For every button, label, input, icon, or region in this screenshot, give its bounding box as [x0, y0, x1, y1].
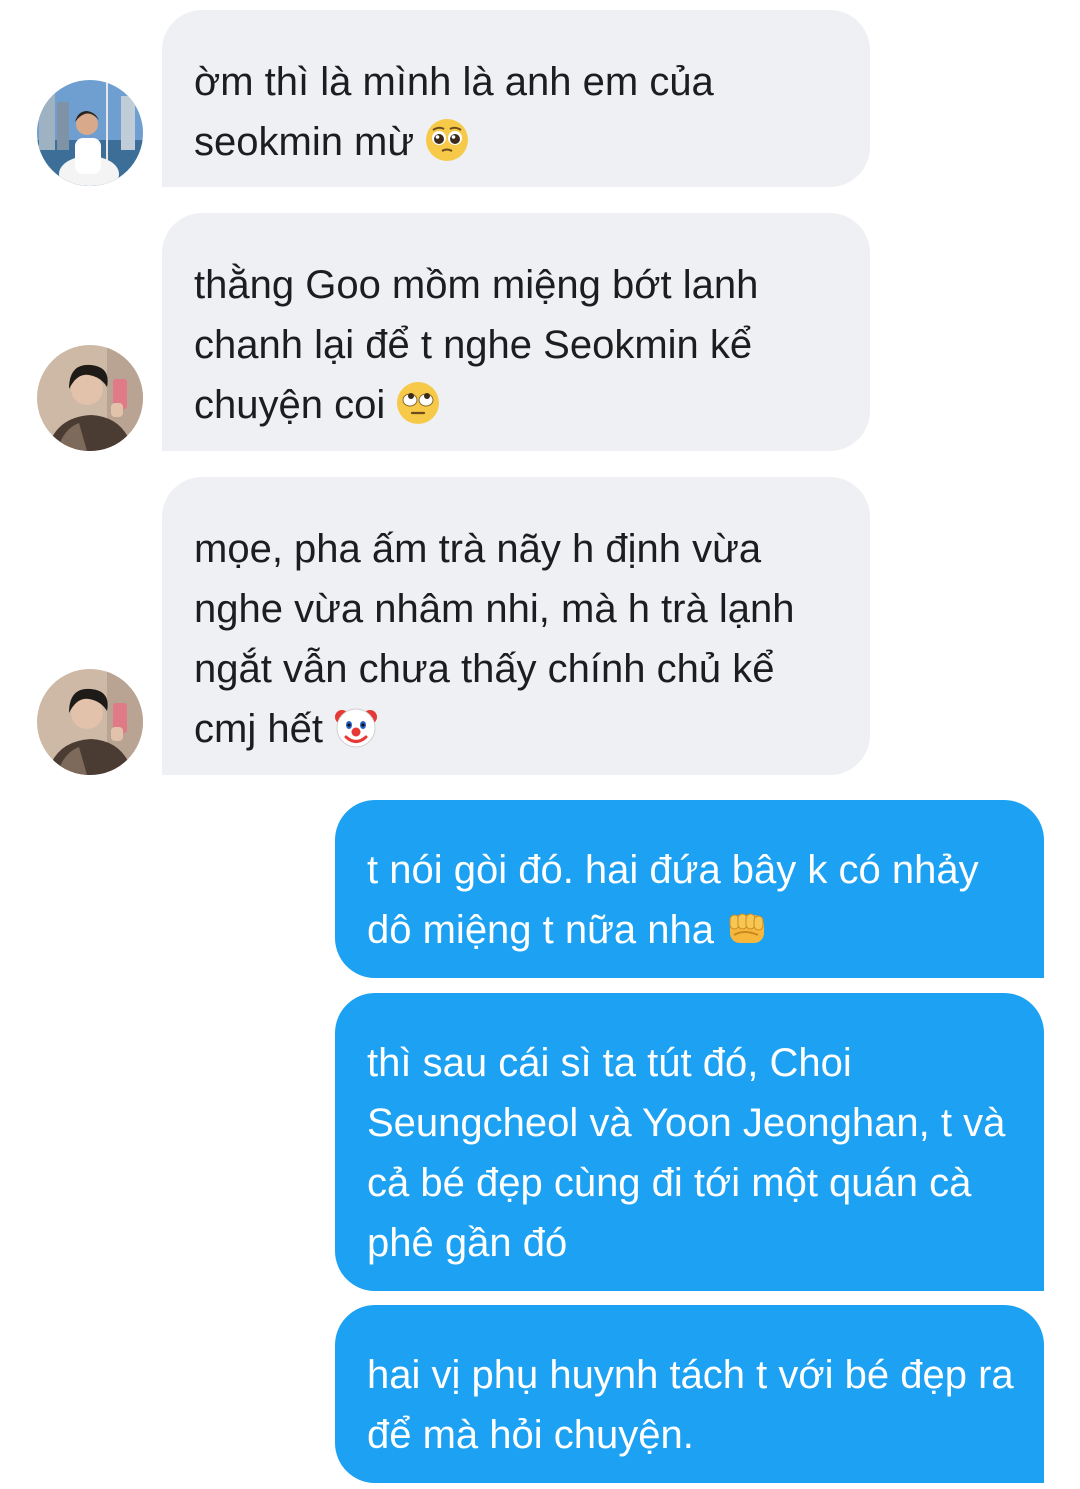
message-text: mọe, pha ấm trà nãy h định vừa nghe vừa …	[194, 527, 795, 751]
clown-face-emoji-icon	[333, 704, 379, 750]
pleading-face-emoji-icon	[424, 117, 470, 163]
outgoing-message-2[interactable]: thì sau cái sì ta tút đó, Choi Seungcheo…	[335, 993, 1044, 1291]
incoming-message-3[interactable]: mọe, pha ấm trà nãy h định vừa nghe vừa …	[162, 477, 870, 775]
avatar-person-mirror-selfie-icon	[37, 669, 143, 775]
avatar-person-mirror-selfie-icon	[37, 345, 143, 451]
outgoing-message-1[interactable]: t nói gòi đó. hai đứa bây k có nhảy dô m…	[335, 800, 1044, 978]
oncoming-fist-emoji-icon	[724, 905, 770, 951]
message-text: thằng Goo mồm miệng bớt lanh chanh lại đ…	[194, 263, 759, 427]
sender-avatar-1[interactable]	[37, 80, 143, 186]
message-text: thì sau cái sì ta tút đó, Choi Seungcheo…	[367, 1041, 1006, 1265]
incoming-message-2[interactable]: thằng Goo mồm miệng bớt lanh chanh lại đ…	[162, 213, 870, 451]
message-text: t nói gòi đó. hai đứa bây k có nhảy dô m…	[367, 848, 979, 952]
avatar-person-sailboat-icon	[37, 80, 143, 186]
message-text: hai vị phụ huynh tách t với bé đẹp ra để…	[367, 1353, 1014, 1457]
outgoing-message-3[interactable]: hai vị phụ huynh tách t với bé đẹp ra để…	[335, 1305, 1044, 1483]
eye-roll-face-emoji-icon	[395, 380, 441, 426]
sender-avatar-3[interactable]	[37, 669, 143, 775]
chat-thread: ờm thì là mình là anh em của seokmin mừ …	[0, 0, 1080, 1489]
sender-avatar-2[interactable]	[37, 345, 143, 451]
incoming-message-1[interactable]: ờm thì là mình là anh em của seokmin mừ	[162, 10, 870, 187]
